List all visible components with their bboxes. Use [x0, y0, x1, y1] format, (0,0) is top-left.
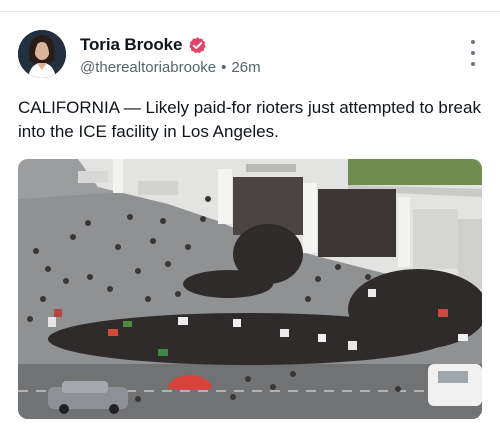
post-timestamp[interactable]: 26m — [231, 59, 260, 76]
post-meta: @therealtoriabrooke • 26m — [80, 59, 261, 76]
more-options-button[interactable] — [468, 40, 478, 66]
profile-photo-icon — [18, 30, 66, 78]
ellipsis-dot — [471, 51, 475, 55]
post-text: CALIFORNIA — Likely paid-for rioters jus… — [18, 98, 481, 141]
author-display-name[interactable]: Toria Brooke — [80, 35, 183, 55]
crowd-photo — [18, 159, 482, 419]
author-handle[interactable]: @therealtoriabrooke — [80, 59, 216, 76]
author-avatar[interactable] — [18, 30, 66, 78]
meta-separator: • — [221, 59, 227, 76]
ellipsis-dot — [471, 62, 475, 66]
post-media-image[interactable] — [18, 159, 482, 419]
verified-badge-icon — [188, 36, 207, 55]
top-divider — [0, 0, 500, 12]
author-name-row: Toria Brooke — [80, 34, 207, 56]
vertical-ellipsis-icon — [471, 40, 475, 44]
post-card[interactable]: Toria Brooke @therealtoriabrooke • 26m C… — [0, 12, 500, 436]
